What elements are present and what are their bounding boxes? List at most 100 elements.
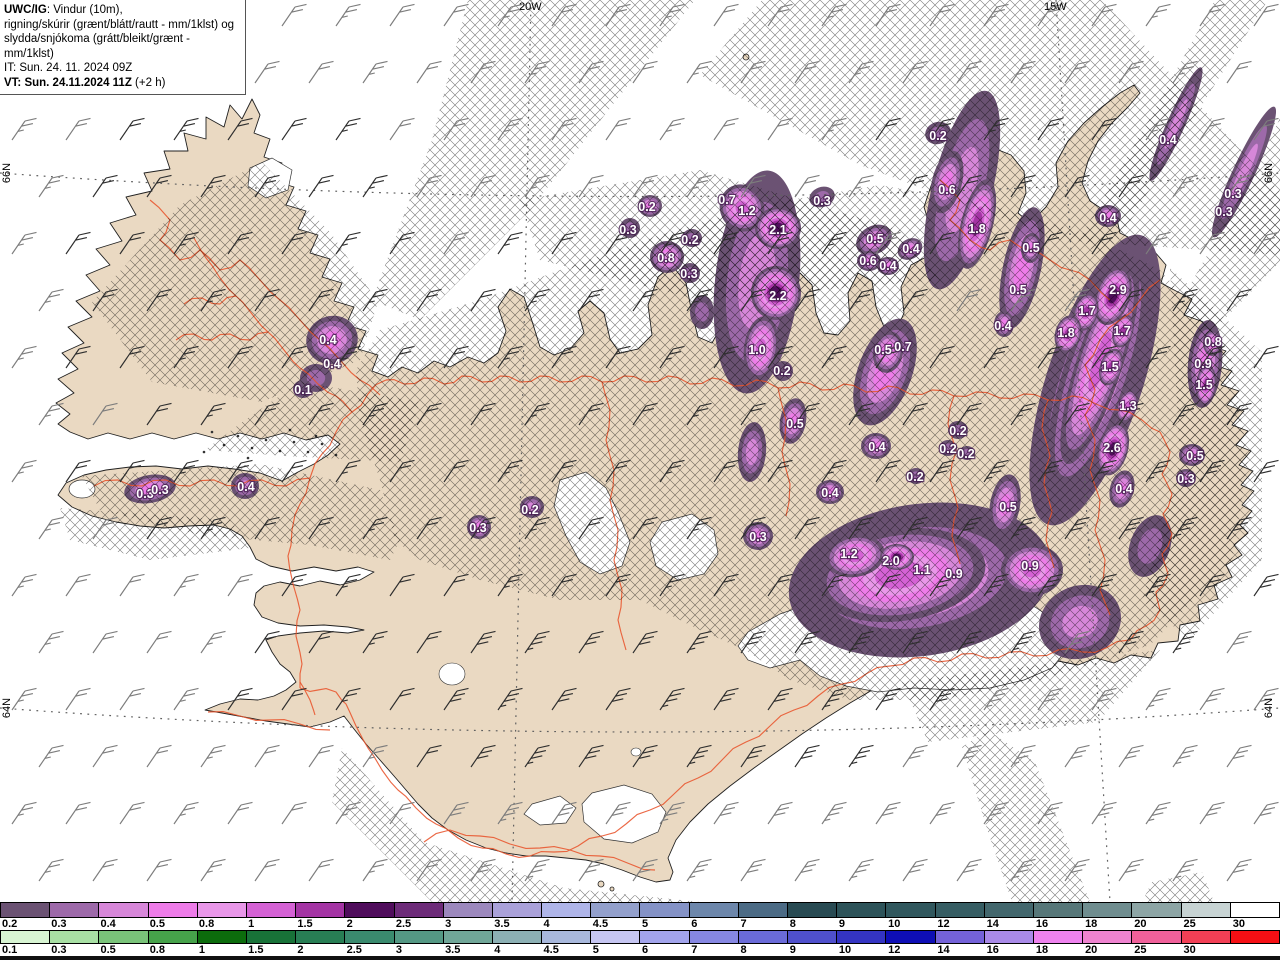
legend-tick-label: 5 bbox=[592, 944, 599, 956]
title-line-4: IT: Sun. 24. 11. 2024 09Z bbox=[4, 62, 133, 74]
legend-tick-label: 10 bbox=[888, 918, 901, 930]
legend-segment bbox=[591, 931, 641, 943]
legend-rain-labels: 0.1 0.3 0.5 0.8 1 1.5 2 2.5 3 3.5 4 4.5 5 6 7 8 9 10 12 14 1… bbox=[0, 944, 1280, 956]
lake bbox=[438, 662, 466, 686]
precip-value-label: 0.2 bbox=[521, 503, 538, 517]
weather-map-stage: 0.2 0.4 0.6 0.3 0.3 0.2 0.7 1.2 2.1 0.3 1.8 0.5 0.4 0… bbox=[0, 0, 1280, 960]
graticule-label: 15W bbox=[1044, 1, 1067, 13]
legend-segment bbox=[738, 903, 788, 917]
legend-tick-label: 9 bbox=[789, 944, 796, 956]
legend-tick-label: 16 bbox=[1035, 918, 1049, 930]
legend-segment bbox=[788, 931, 838, 943]
map-canvas: 0.2 0.40.6 0.30.30.2 0.71.22.10.31.80.50.40… bbox=[0, 0, 1280, 902]
precip-value-label: 1.0 bbox=[748, 343, 765, 357]
precip-value-label: 0.9 bbox=[945, 567, 962, 581]
precip-value-label: 0.3 bbox=[469, 521, 486, 535]
legend-segment bbox=[492, 931, 543, 943]
precip-value-label: 1.3 bbox=[1119, 399, 1136, 413]
legend-sleet-labels: 0.2 0.3 0.4 0.5 0.8 1 1.5 2 2.5 3 3.5 4 4.5 5 6 7 8 9 10 12… bbox=[0, 918, 1280, 930]
legend-tick-label: 4.5 bbox=[543, 944, 559, 956]
legend-segment bbox=[837, 903, 887, 917]
legend-segment bbox=[296, 931, 346, 943]
lake bbox=[630, 747, 642, 757]
legend-tick-label: 3.5 bbox=[445, 944, 461, 956]
precip-value-label: 0.7 bbox=[718, 193, 735, 207]
legend-tick-label: 1 bbox=[248, 918, 255, 930]
legend-tick-label: 9 bbox=[838, 918, 846, 930]
precip-value-label: 0.9 bbox=[1194, 357, 1211, 371]
legend-tick-label: 8 bbox=[740, 944, 747, 956]
legend-tick-label: 30 bbox=[1232, 918, 1246, 930]
legend-segment bbox=[640, 903, 690, 917]
precip-value-label: 0.2 bbox=[906, 470, 923, 484]
precip-value-label: 0.8 bbox=[657, 251, 674, 265]
graticule-label: 66N bbox=[1, 163, 13, 183]
legend-segment bbox=[197, 931, 247, 943]
legend-tick-label: 16 bbox=[986, 944, 999, 956]
legend-tick-label: 2.5 bbox=[395, 918, 412, 930]
legend-tick-label: 0.1 bbox=[2, 944, 18, 956]
precip-value-label: 0.2 bbox=[638, 200, 655, 214]
small-island bbox=[597, 880, 605, 888]
precip-value-label: 0.4 bbox=[868, 440, 885, 454]
precip-value-label: 0.4 bbox=[902, 242, 919, 256]
precip-value-label: 0.2 bbox=[929, 129, 946, 143]
title-line-5: VT: Sun. 24.11.2024 11Z (+2 h) bbox=[4, 76, 166, 89]
precip-value-label: 2.2 bbox=[769, 289, 786, 303]
precip-value-label: 0.9 bbox=[1021, 559, 1038, 573]
legend-tick-label: 1.5 bbox=[297, 918, 313, 930]
legend-tick-label: 2 bbox=[346, 918, 353, 930]
legend-tick-label: 4.5 bbox=[592, 918, 609, 930]
precip-value-label: 0.3 bbox=[1215, 205, 1232, 219]
legend-segment bbox=[443, 931, 493, 943]
legend-tick-label: 0.5 bbox=[100, 944, 116, 956]
legend-tick-label: 6 bbox=[691, 918, 698, 930]
precip-value-label: 1.1 bbox=[913, 563, 930, 577]
legend-tick-label: 0.3 bbox=[51, 918, 67, 930]
precip-value-label: 1.2 bbox=[840, 547, 857, 561]
legend-segment bbox=[640, 931, 690, 943]
precip-value-label: 0.2 bbox=[957, 447, 974, 461]
legend-tick-label: 5 bbox=[642, 918, 649, 930]
legend-segment bbox=[1033, 931, 1084, 943]
precip-value-label: 0.1 bbox=[294, 383, 311, 397]
precip-value-label: 2.0 bbox=[882, 554, 899, 568]
precip-value-label: 0.5 bbox=[874, 343, 891, 357]
legend-tick-label: 0.8 bbox=[198, 918, 215, 930]
precip-value-label: 1.7 bbox=[1078, 304, 1095, 318]
legend-segment bbox=[197, 903, 247, 917]
precip-value-label: 1.5 bbox=[1195, 378, 1212, 392]
legend-tick-label: 3 bbox=[395, 944, 402, 956]
precip-value-label: 0.4 bbox=[1115, 482, 1132, 496]
legend-segment bbox=[1132, 931, 1182, 943]
precip-value-label: 1.8 bbox=[1057, 326, 1074, 340]
small-island bbox=[609, 886, 615, 892]
precip-value-label: 0.4 bbox=[1099, 211, 1116, 225]
precip-value-label: 0.4 bbox=[319, 333, 336, 347]
legend-segment bbox=[1083, 931, 1133, 943]
legend-tick-label: 0.2 bbox=[2, 918, 18, 930]
legend-tick-label: 4 bbox=[494, 944, 501, 956]
legend-tick-label: 0.8 bbox=[149, 944, 165, 956]
precip-value-label: 0.2 bbox=[773, 364, 790, 378]
legend-segment bbox=[1181, 931, 1231, 943]
legend: 0.2 0.3 0.4 0.5 0.8 1 1.5 2 2.5 3 3.5 4 4.5 5 6 7 8 9 10 12… bbox=[0, 902, 1280, 960]
legend-segment bbox=[394, 931, 444, 943]
legend-tick-label: 20 bbox=[1085, 944, 1098, 956]
precip-value-label: 0.8 bbox=[1204, 335, 1221, 349]
legend-tick-label: 14 bbox=[986, 918, 999, 930]
legend-segment bbox=[443, 903, 493, 917]
legend-segment bbox=[99, 903, 149, 917]
graticule-label: 66N bbox=[1263, 163, 1275, 183]
precip-value-label: 0.3 bbox=[1177, 472, 1194, 486]
precip-value-label: 0.5 bbox=[1186, 449, 1203, 463]
legend-segment bbox=[0, 903, 51, 917]
precip-value-label: 2.6 bbox=[1103, 441, 1120, 455]
legend-tick-label: 2.5 bbox=[346, 944, 362, 956]
islet-speck bbox=[246, 456, 250, 460]
legend-tick-label: 4 bbox=[543, 918, 550, 930]
legend-tick-label: 18 bbox=[1035, 944, 1049, 956]
legend-segment bbox=[99, 931, 149, 943]
precip-value-label: 0.4 bbox=[323, 357, 340, 371]
legend-tick-label: 12 bbox=[888, 944, 901, 956]
